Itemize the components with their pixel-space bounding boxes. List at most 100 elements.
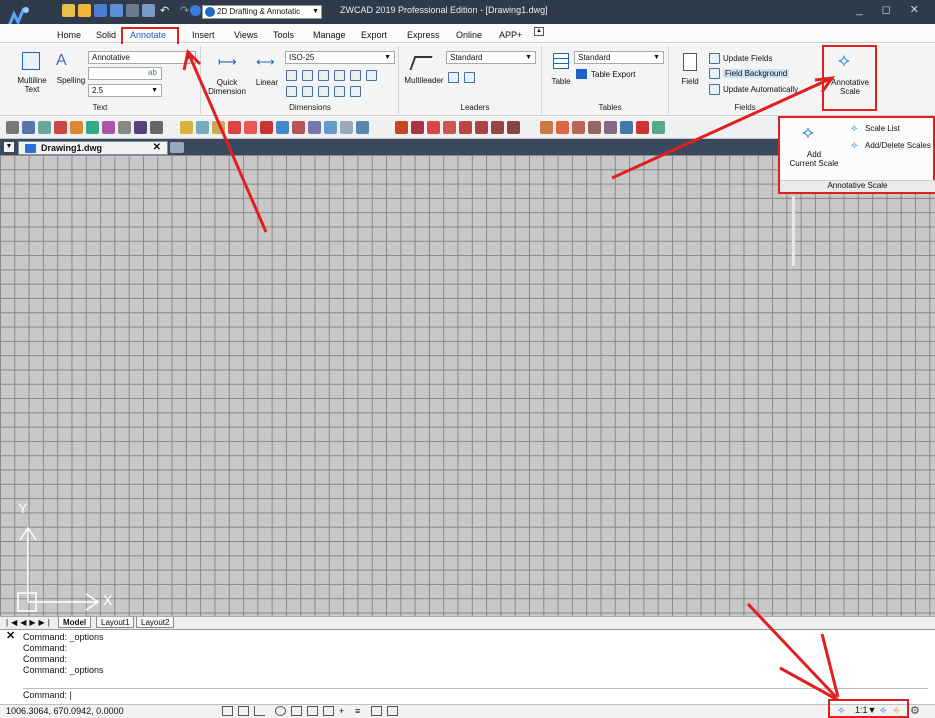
tab-solid[interactable]: Solid (96, 30, 116, 40)
tool-balloon-icon[interactable] (244, 121, 257, 134)
table-label[interactable]: Table (547, 77, 575, 86)
multileader-label[interactable]: Multileader (400, 76, 448, 85)
dimension-style-select[interactable]: ISO-25 ▼ (285, 51, 395, 64)
tool-dim-aligned-icon[interactable] (427, 121, 440, 134)
scale-list-icon[interactable]: ⟡ (851, 123, 858, 134)
window-controls[interactable]: _ ◻ ✕ (856, 3, 927, 16)
help-icon[interactable] (190, 5, 201, 16)
new-file-icon[interactable] (62, 4, 75, 17)
tool-revision-icon[interactable] (228, 121, 241, 134)
tool-export-icon[interactable] (652, 121, 665, 134)
document-list-dropdown[interactable]: ▼ (4, 142, 14, 152)
tool-mtext-icon[interactable] (22, 121, 35, 134)
multiline-text-label[interactable]: Multiline Text (12, 76, 52, 94)
spelling-label[interactable]: Spelling (54, 76, 88, 85)
add-current-scale-label[interactable]: Add Current Scale (784, 150, 844, 168)
tool-convert-icon[interactable] (150, 121, 163, 134)
tab-model[interactable]: Model (58, 617, 92, 628)
field-background-label[interactable]: Field Background (723, 69, 790, 78)
update-fields-icon[interactable] (709, 53, 720, 64)
tool-explode-text-icon[interactable] (212, 121, 225, 134)
dim-diameter-icon[interactable] (318, 70, 329, 81)
tool-angle-icon[interactable] (588, 121, 601, 134)
add-delete-scales-icon[interactable]: ⟡ (851, 140, 858, 151)
tool-align-icon[interactable] (102, 121, 115, 134)
dim-arc-icon[interactable] (318, 86, 329, 97)
text-style-select[interactable]: Annotative ▼ (88, 51, 196, 64)
dynamic-ucs-icon[interactable] (323, 706, 334, 716)
multiline-text-icon[interactable] (22, 52, 40, 70)
tool-surface-icon[interactable] (340, 121, 353, 134)
tool-dim-cont-icon[interactable] (459, 121, 472, 134)
tool-spell-icon[interactable] (38, 121, 51, 134)
tool-datum-icon[interactable] (324, 121, 337, 134)
tool-weld-icon[interactable] (308, 121, 321, 134)
field-icon[interactable] (683, 53, 697, 71)
leader-style-select[interactable]: Standard ▼ (446, 51, 536, 64)
new-tab-icon[interactable] (170, 142, 184, 153)
tool-text-mask-icon[interactable] (196, 121, 209, 134)
dim-ordinate-icon[interactable] (350, 70, 361, 81)
tool-pen-icon[interactable] (292, 121, 305, 134)
field-background-icon[interactable] (709, 68, 720, 79)
transparency-icon[interactable] (371, 706, 382, 716)
document-tab[interactable]: Drawing1.dwg ✕ (18, 141, 168, 155)
polar-toggle-icon[interactable] (275, 706, 286, 716)
tool-grid-icon[interactable] (620, 121, 633, 134)
plot-preview-icon[interactable] (142, 4, 155, 17)
open-folder-icon[interactable] (78, 4, 91, 17)
tool-number-icon[interactable] (540, 121, 553, 134)
quick-dimension-label[interactable]: Quick Dimension (204, 78, 250, 96)
dim-angular-icon[interactable] (302, 86, 313, 97)
dim-space-icon[interactable] (334, 86, 345, 97)
ortho-toggle-icon[interactable] (254, 706, 265, 716)
field-label[interactable]: Field (676, 77, 704, 86)
settings-gear-icon[interactable]: ⚙ (910, 704, 920, 717)
tool-dim-break-icon[interactable] (491, 121, 504, 134)
dim-break-icon[interactable] (350, 86, 361, 97)
dim-tolerance-icon[interactable] (334, 70, 345, 81)
quick-dimension-icon[interactable]: ⟼ (218, 54, 237, 70)
linear-dimension-label[interactable]: Linear (252, 78, 282, 87)
remove-leader-icon[interactable] (464, 72, 475, 83)
print-icon[interactable] (126, 4, 139, 17)
text-height-select[interactable]: 2.5 ▼ (88, 84, 162, 97)
tab-express[interactable]: Express (407, 30, 440, 40)
lineweight-icon[interactable]: ≡ (355, 706, 366, 716)
tab-layout2[interactable]: Layout2 (136, 617, 175, 628)
add-current-scale-icon[interactable]: ⟡ (802, 122, 814, 143)
tool-arc-text-icon[interactable] (180, 121, 193, 134)
undo-icon[interactable]: ↶ (160, 4, 169, 17)
tool-gear-icon[interactable] (276, 121, 289, 134)
tool-find-icon[interactable] (86, 121, 99, 134)
ribbon-collapse-button[interactable]: ▲ (534, 27, 544, 36)
redo-icon[interactable]: ↷ (180, 4, 189, 17)
table-export-icon[interactable] (576, 69, 587, 79)
snap-toggle-icon[interactable] (222, 706, 233, 716)
tool-chamfer-icon[interactable] (604, 121, 617, 134)
add-delete-scales-label[interactable]: Add/Delete Scales (865, 141, 931, 150)
tool-dim-linear-icon[interactable] (411, 121, 424, 134)
tool-dim-space-icon[interactable] (475, 121, 488, 134)
tool-text-icon[interactable] (6, 121, 19, 134)
scale-list-label[interactable]: Scale List (865, 124, 900, 133)
tool-frame-icon[interactable] (356, 121, 369, 134)
otrack-toggle-icon[interactable] (307, 706, 318, 716)
spelling-icon[interactable]: A (56, 52, 67, 70)
table-export-label[interactable]: Table Export (591, 70, 635, 79)
command-input[interactable]: Command: | (23, 688, 928, 702)
table-icon[interactable] (553, 53, 569, 69)
tool-justify-icon[interactable] (134, 121, 147, 134)
tool-pdf-icon[interactable] (636, 121, 649, 134)
save-icon[interactable] (94, 4, 107, 17)
tool-dim-edit-icon[interactable] (507, 121, 520, 134)
layout-nav-buttons[interactable]: |◀◀▶▶| (6, 618, 53, 627)
tool-dim-base-icon[interactable] (443, 121, 456, 134)
dim-baseline-icon[interactable] (286, 70, 297, 81)
tab-insert[interactable]: Insert (192, 30, 215, 40)
workspace-select[interactable]: 2D Drafting & Annotatic ▼ (202, 5, 322, 19)
tab-manage[interactable]: Manage (313, 30, 346, 40)
tool-style-icon[interactable] (54, 121, 67, 134)
osnap-toggle-icon[interactable] (291, 706, 302, 716)
dim-radius-icon[interactable] (302, 70, 313, 81)
